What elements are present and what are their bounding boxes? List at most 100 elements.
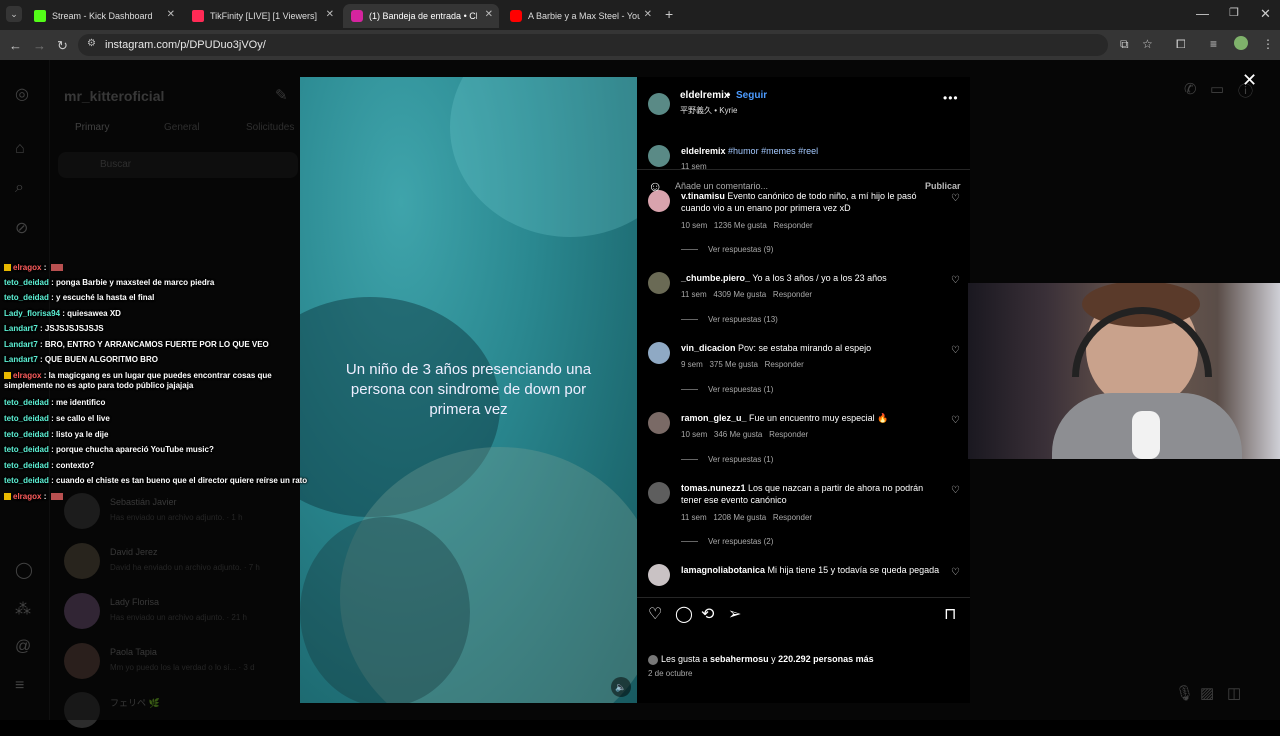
bookmark-star-icon[interactable]: ☆ (1142, 37, 1153, 51)
chat-text: porque chucha apareció YouTube music? (56, 445, 214, 454)
tab-instagram[interactable]: (1) Bandeja de entrada • Ch ✕ (343, 4, 499, 28)
install-app-icon[interactable]: ⧉ (1120, 37, 1129, 52)
media-controls-icon[interactable]: ≡ (1210, 37, 1217, 51)
chat-user: elragox (13, 263, 42, 272)
extensions-icon[interactable]: ⧠ (1176, 37, 1186, 52)
like-comment-heart-icon[interactable]: ♡ (951, 275, 960, 286)
profile-avatar[interactable] (1234, 36, 1248, 50)
save-bookmark-icon[interactable]: ⊓ (944, 604, 956, 624)
comment-text: tomas.nunezz1 Los que nazcan a partir de… (681, 482, 943, 506)
view-replies-button[interactable]: Ver respuestas (2) (681, 537, 773, 546)
reload-icon[interactable]: ↻ (57, 38, 68, 54)
close-modal-icon[interactable]: ✕ (1242, 70, 1257, 91)
minimize-icon[interactable]: — (1196, 6, 1209, 21)
commenter-avatar[interactable] (648, 342, 670, 364)
author-username[interactable]: eldelremix (680, 90, 729, 101)
tab-search-icon[interactable]: ⌄ (6, 6, 22, 22)
author-avatar[interactable] (648, 93, 670, 115)
close-tab-icon[interactable]: ✕ (485, 9, 493, 20)
comment-likes[interactable]: 1236 Me gusta (714, 221, 767, 230)
like-comment-heart-icon[interactable]: ♡ (951, 485, 960, 496)
replies-line (681, 249, 698, 251)
comment-username[interactable]: _chumbe.piero_ (681, 273, 750, 283)
reply-button[interactable]: Responder (773, 290, 812, 299)
tab-youtube[interactable]: A Barbie y a Max Steel - YouTu ✕ (502, 4, 658, 28)
kick-icon (34, 10, 46, 22)
new-tab-icon[interactable]: + (665, 6, 673, 22)
comment-username[interactable]: lamagnoliabotanica (681, 565, 765, 575)
reply-button[interactable]: Responder (769, 430, 808, 439)
address-bar-row: ← → ↻ ⚙ instagram.com/p/DPUDuo3jVOy/ ⧉ ☆… (0, 30, 1280, 60)
chat-text: la magicgang es un lugar que puedes enco… (4, 371, 272, 390)
commenter-avatar[interactable] (648, 482, 670, 504)
comment-bubble-icon[interactable]: ◯ (675, 604, 693, 624)
reply-button[interactable]: Responder (765, 360, 804, 369)
back-icon[interactable]: ← (9, 38, 22, 53)
like-comment-heart-icon[interactable]: ♡ (951, 415, 960, 426)
description-username[interactable]: eldelremix (681, 146, 726, 156)
mute-icon[interactable]: 🔈 (611, 677, 631, 697)
commenter-avatar[interactable] (648, 412, 670, 434)
comment-username[interactable]: ramon_glez_u_ (681, 413, 747, 423)
tab-tikfinity[interactable]: TikFinity [LIVE] [1 Viewers] ✕ (184, 4, 340, 28)
menu-kebab-icon[interactable]: ⋮ (1262, 37, 1274, 51)
tab-title: (1) Bandeja de entrada • Ch (369, 11, 477, 21)
chat-user: elragox (13, 492, 42, 501)
emoji-picker-icon[interactable]: ☺ (648, 178, 662, 194)
likes-count[interactable]: 220.292 personas más (778, 654, 874, 664)
more-options-icon[interactable]: ••• (943, 91, 959, 105)
comment-body: Fue un encuentro muy especial 🔥 (749, 413, 889, 423)
comment-likes[interactable]: 346 Me gusta (714, 430, 762, 439)
close-tab-icon[interactable]: ✕ (167, 9, 175, 20)
like-comment-heart-icon[interactable]: ♡ (951, 567, 960, 578)
likes-user[interactable]: sebahermosu (710, 654, 769, 664)
audio-track[interactable]: 平野義久 • Kyrie (680, 105, 737, 116)
view-replies-button[interactable]: Ver respuestas (13) (681, 315, 778, 324)
forward-icon[interactable]: → (33, 38, 46, 53)
close-tab-icon[interactable]: ✕ (326, 9, 334, 20)
restore-icon[interactable]: ❐ (1229, 6, 1239, 19)
close-tab-icon[interactable]: ✕ (644, 9, 652, 20)
comment-likes[interactable]: 4309 Me gusta (713, 290, 766, 299)
publish-button[interactable]: Publicar (925, 181, 961, 191)
commenter-avatar[interactable] (648, 272, 670, 294)
share-send-icon[interactable]: ➢ (728, 604, 741, 624)
url-field[interactable]: ⚙ instagram.com/p/DPUDuo3jVOy/ (78, 34, 1108, 56)
view-replies-label: Ver respuestas (2) (708, 537, 774, 546)
tab-kick-dashboard[interactable]: Stream - Kick Dashboard ✕ (26, 4, 181, 28)
view-replies-button[interactable]: Ver respuestas (1) (681, 455, 773, 464)
likes-summary[interactable]: Les gusta a sebahermosu y 220.292 person… (648, 654, 874, 665)
chat-emote-icon (50, 264, 63, 272)
author-avatar[interactable] (648, 145, 670, 167)
chat-message: teto_deidad : listo ya le dije (4, 430, 109, 439)
commenter-avatar[interactable] (648, 564, 670, 586)
chat-text: cuando el chiste es tan bueno que el dir… (56, 476, 308, 485)
site-info-icon[interactable]: ⚙ (87, 38, 96, 49)
repost-icon[interactable]: ⟲ (701, 604, 714, 624)
chat-user: Landart7 (4, 355, 38, 364)
description-hashtags[interactable]: #humor #memes #reel (728, 146, 818, 156)
chat-message: teto_deidad : ponga Barbie y maxsteel de… (4, 278, 215, 287)
comment-likes[interactable]: 375 Me gusta (709, 360, 757, 369)
close-window-icon[interactable]: ✕ (1260, 6, 1271, 22)
comment-input-row: ☺ Añade un comentario... Publicar (637, 169, 970, 203)
comment-input[interactable]: Añade un comentario... (675, 181, 768, 191)
comment-username[interactable]: tomas.nunezz1 (681, 483, 746, 493)
comment-meta: 10 sem 346 Me gusta Responder (681, 430, 808, 439)
comment-body: Pov: se estaba mirando al espejo (738, 343, 872, 353)
video-shading (450, 77, 637, 237)
replies-line (681, 459, 698, 461)
like-heart-icon[interactable]: ♡ (648, 604, 662, 624)
reply-button[interactable]: Responder (773, 513, 812, 522)
view-replies-button[interactable]: Ver respuestas (9) (681, 245, 773, 254)
chat-user: teto_deidad (4, 414, 49, 423)
comment-likes[interactable]: 1208 Me gusta (713, 513, 766, 522)
reel-video[interactable]: Un niño de 3 años presenciando una perso… (300, 77, 637, 703)
comment-username[interactable]: vin_dicacion (681, 343, 736, 353)
reply-button[interactable]: Responder (774, 221, 813, 230)
like-comment-heart-icon[interactable]: ♡ (951, 345, 960, 356)
follow-button[interactable]: Seguir (736, 90, 767, 101)
tikfinity-icon (192, 10, 204, 22)
chat-message: teto_deidad : me identifico (4, 398, 106, 407)
view-replies-button[interactable]: Ver respuestas (1) (681, 385, 773, 394)
